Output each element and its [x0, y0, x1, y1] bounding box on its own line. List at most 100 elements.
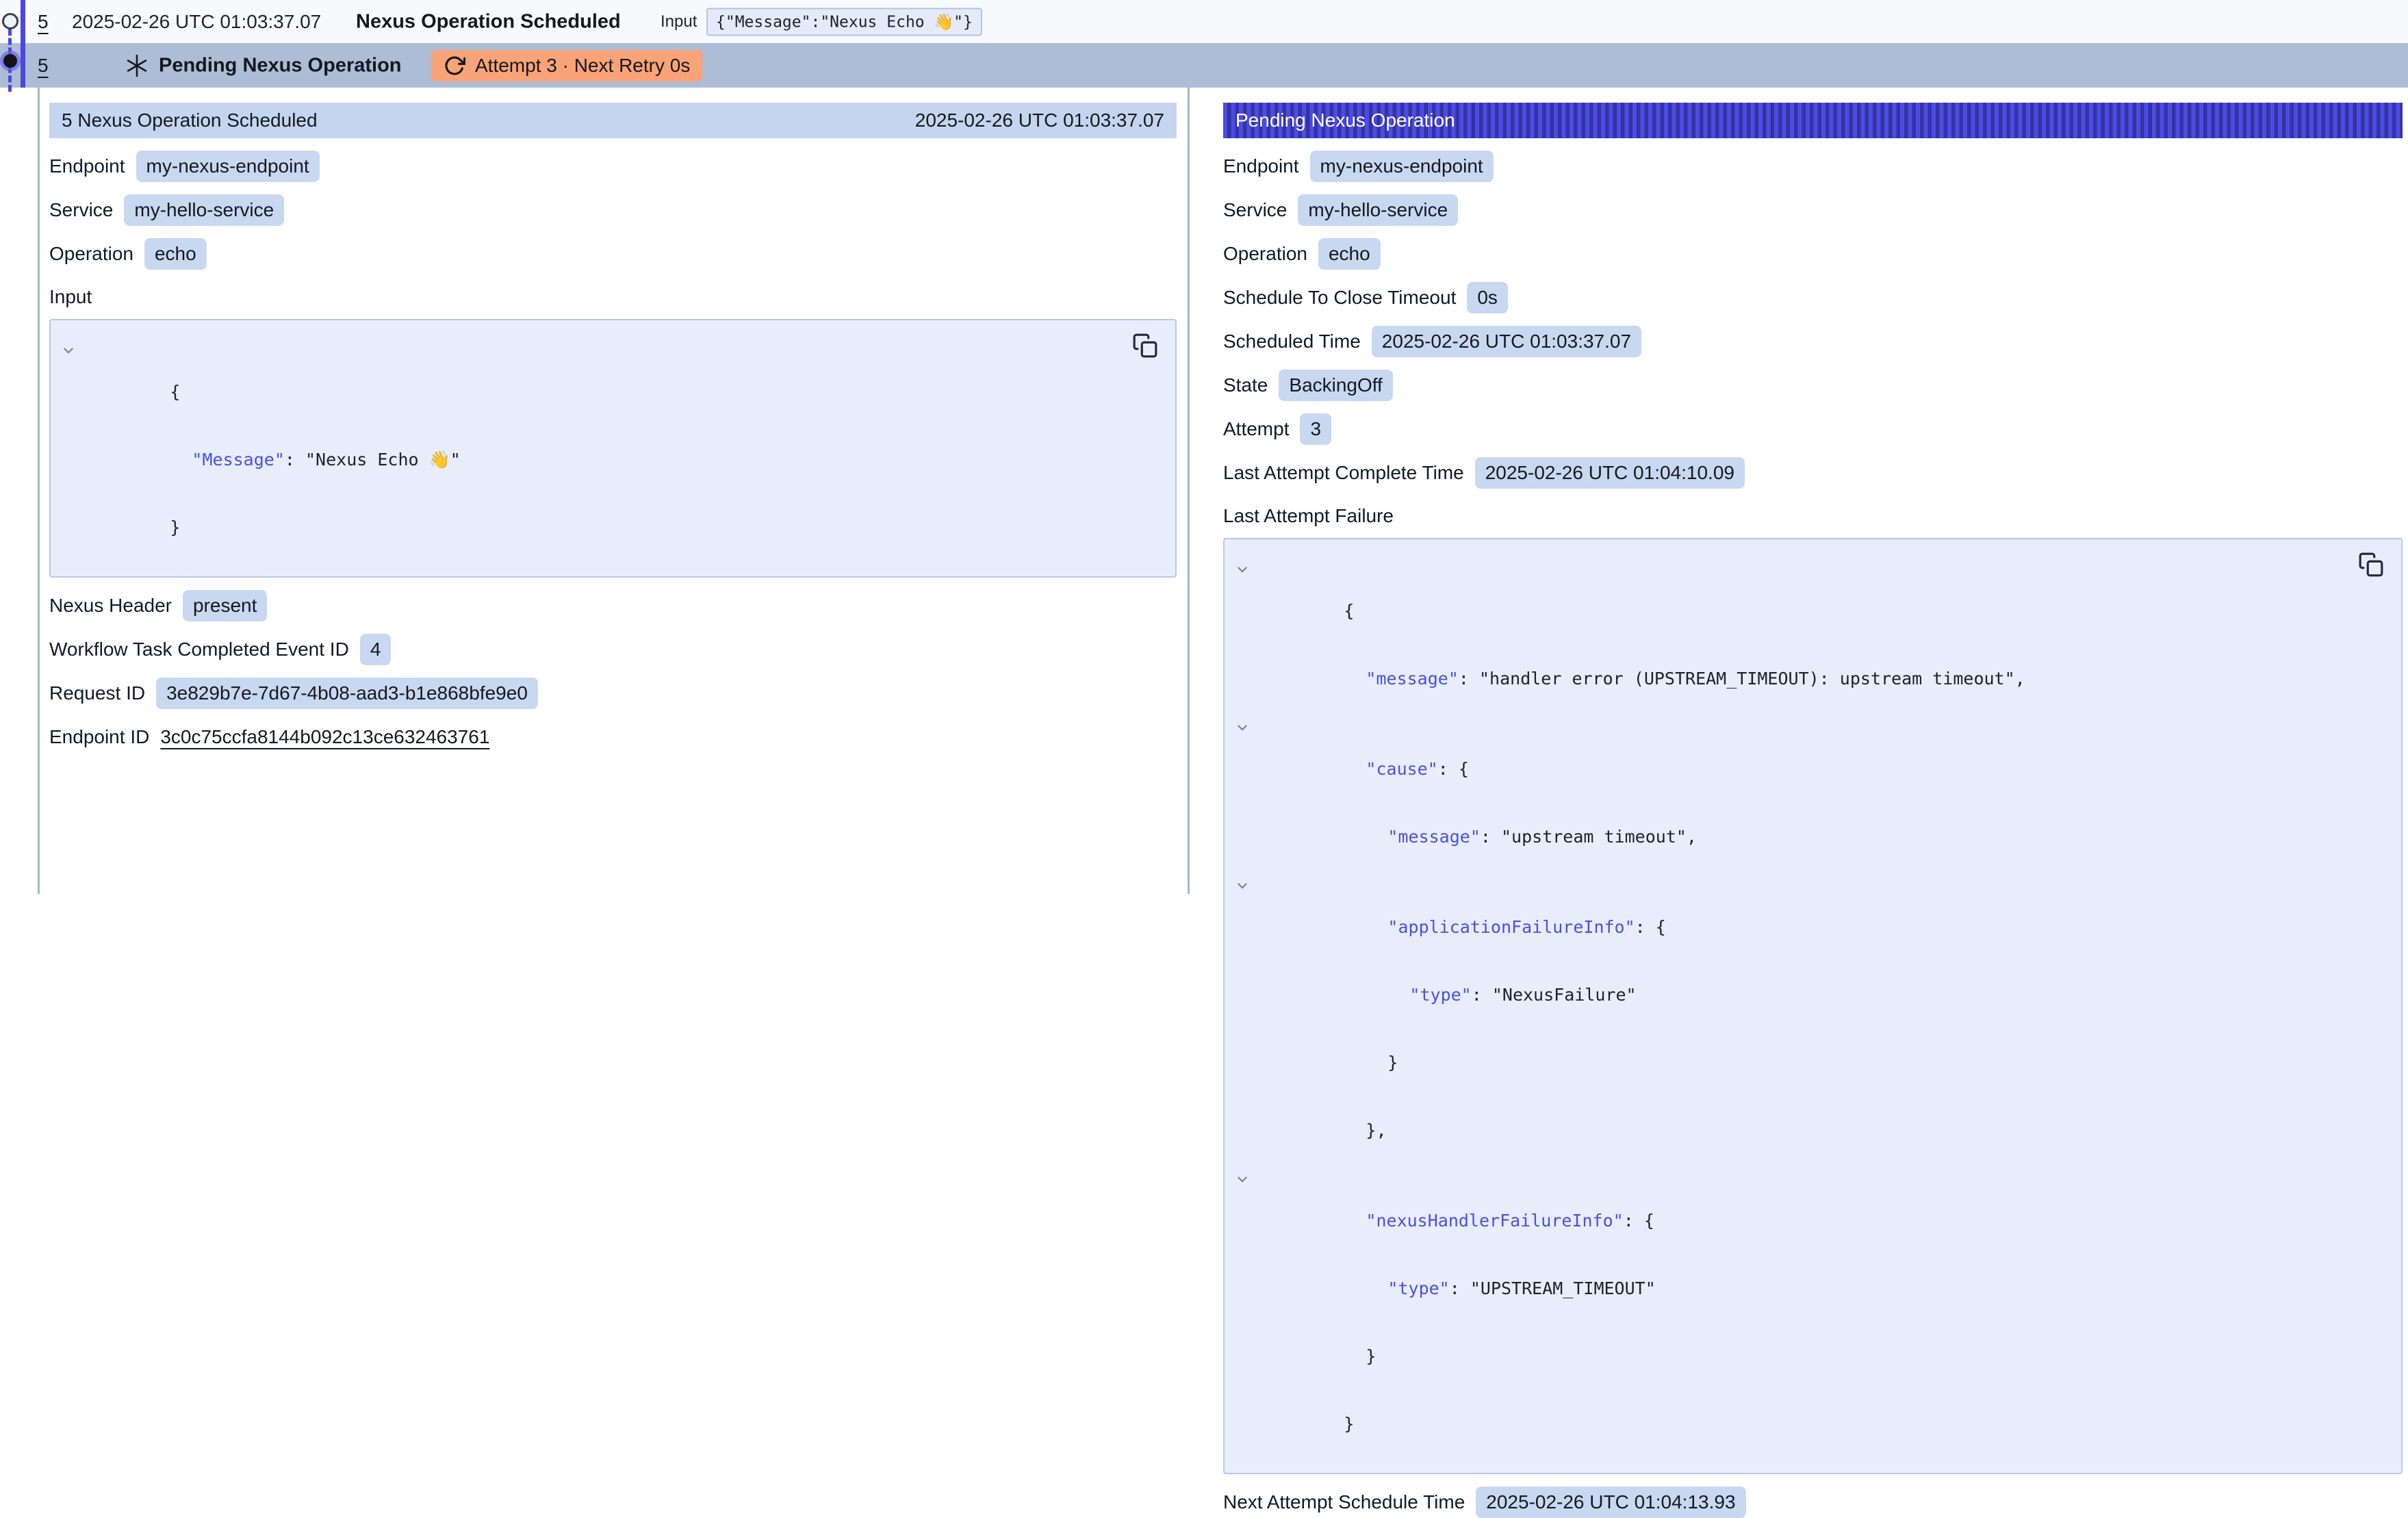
retry-badge-label: Attempt 3 · Next Retry 0s — [475, 55, 690, 77]
field-label: Nexus Header — [49, 595, 172, 617]
field-attempt: Attempt 3 — [1223, 413, 2403, 445]
field-label: Operation — [1223, 243, 1307, 265]
event-id-link[interactable]: 5 — [38, 55, 49, 77]
event-row-pending-nexus-operation[interactable]: 5 Pending Nexus Operation Attempt 3 · Ne… — [0, 43, 2408, 88]
event-timestamp: 2025-02-26 UTC 01:03:37.07 — [72, 11, 321, 33]
json-line: "type": "NexusFailure" — [1225, 961, 2346, 1029]
json-value: : "UPSTREAM_TIMEOUT" — [1450, 1278, 1656, 1298]
json-line: "cause": { — [1225, 712, 2346, 803]
field-service: Service my-hello-service — [49, 194, 1177, 226]
json-line: "message": "handler error (UPSTREAM_TIME… — [1225, 645, 2346, 712]
collapse-chevron-icon[interactable] — [1235, 717, 1249, 731]
input-json-block: { "Message": "Nexus Echo 👋" } — [49, 319, 1177, 578]
json-key: "type" — [1387, 1278, 1449, 1298]
json-value: : "handler error (UPSTREAM_TIMEOUT): ups… — [1459, 669, 2025, 689]
field-state: State BackingOff — [1223, 370, 2403, 401]
json-punctuation: }, — [1366, 1120, 1386, 1140]
json-punctuation: } — [1366, 1346, 1376, 1366]
json-key: "message" — [1387, 827, 1480, 847]
copy-icon — [1132, 333, 1158, 359]
field-value-chip: my-hello-service — [124, 194, 284, 226]
json-value: : "upstream timeout", — [1481, 827, 1697, 847]
endpoint-id-link[interactable]: 3c0c75ccfa8144b092c13ce632463761 — [160, 726, 489, 748]
event-input-label: Input — [661, 12, 697, 31]
failure-json-block: { "message": "handler error (UPSTREAM_TI… — [1223, 538, 2403, 1474]
scheduled-panel-time: 2025-02-26 UTC 01:03:37.07 — [915, 110, 1164, 131]
json-punctuation: { — [170, 382, 180, 402]
scheduled-details-column: 5 Nexus Operation Scheduled 2025-02-26 U… — [40, 88, 1190, 894]
json-line: { — [51, 335, 1120, 426]
collapse-chevron-icon[interactable] — [62, 340, 75, 354]
timeline-node-filled-dot-icon — [3, 54, 17, 68]
field-value-chip: my-nexus-endpoint — [1310, 151, 1494, 182]
field-label: Next Attempt Schedule Time — [1223, 1491, 1465, 1513]
json-line: "applicationFailureInfo": { — [1225, 871, 2346, 961]
json-punctuation: { — [1344, 601, 1354, 621]
field-value-chip: 3 — [1300, 413, 1331, 445]
field-value-chip: echo — [1318, 238, 1381, 270]
json-line: "nexusHandlerFailureInfo": { — [1225, 1164, 2346, 1255]
field-request-id: Request ID 3e829b7e-7d67-4b08-aad3-b1e86… — [49, 678, 1177, 709]
copy-icon — [2358, 552, 2384, 578]
field-label: Endpoint — [49, 155, 125, 177]
field-label: Service — [49, 199, 113, 221]
json-value: : "Nexus Echo 👋" — [285, 450, 461, 469]
collapse-chevron-icon[interactable] — [1235, 875, 1249, 889]
json-key: "Message" — [192, 450, 284, 469]
field-value-chip: echo — [144, 238, 207, 270]
json-line: } — [1225, 1029, 2346, 1096]
field-label: Endpoint ID — [49, 726, 149, 748]
field-nexus-header: Nexus Header present — [49, 590, 1177, 621]
field-label: Schedule To Close Timeout — [1223, 287, 1456, 309]
json-value: : "NexusFailure" — [1472, 985, 1637, 1005]
field-value-chip: my-nexus-endpoint — [136, 151, 320, 182]
json-line: } — [1225, 1322, 2346, 1390]
event-title: Pending Nexus Operation — [159, 54, 402, 77]
field-label: Scheduled Time — [1223, 331, 1361, 352]
field-label: Endpoint — [1223, 155, 1299, 177]
field-endpoint-id: Endpoint ID 3c0c75ccfa8144b092c13ce63246… — [49, 721, 1177, 753]
scheduled-panel-header: 5 Nexus Operation Scheduled 2025-02-26 U… — [49, 103, 1177, 138]
field-operation: Operation echo — [1223, 238, 2403, 270]
json-key: "applicationFailureInfo" — [1387, 917, 1635, 937]
event-input-preview-badge: {"Message":"Nexus Echo 👋"} — [706, 8, 982, 36]
field-label: Workflow Task Completed Event ID — [49, 639, 349, 660]
json-punctuation: } — [1387, 1053, 1398, 1072]
field-value-chip: 2025-02-26 UTC 01:04:10.09 — [1475, 457, 1745, 489]
field-value-chip: 2025-02-26 UTC 01:03:37.07 — [1372, 326, 1641, 357]
event-row-nexus-operation-scheduled[interactable]: 5 2025-02-26 UTC 01:03:37.07 Nexus Opera… — [0, 0, 2408, 43]
field-workflow-task-completed-event-id: Workflow Task Completed Event ID 4 — [49, 634, 1177, 665]
json-line: "Message": "Nexus Echo 👋" — [51, 426, 1120, 493]
field-value-chip: 3e829b7e-7d67-4b08-aad3-b1e868bfe9e0 — [156, 678, 538, 709]
copy-button[interactable] — [1131, 333, 1159, 360]
json-key: "cause" — [1366, 759, 1437, 779]
field-schedule-to-close-timeout: Schedule To Close Timeout 0s — [1223, 282, 2403, 313]
json-line: { — [1225, 554, 2346, 645]
field-endpoint: Endpoint my-nexus-endpoint — [1223, 151, 2403, 182]
input-section-label: Input — [49, 286, 1177, 308]
json-line: }, — [1225, 1096, 2346, 1164]
field-service: Service my-hello-service — [1223, 194, 2403, 226]
collapse-chevron-icon[interactable] — [1235, 1169, 1249, 1183]
pending-details-column: Pending Nexus Operation Endpoint my-nexu… — [1190, 88, 2408, 894]
json-key: "message" — [1366, 669, 1458, 689]
field-value-chip: BackingOff — [1279, 370, 1392, 401]
json-key: "type" — [1409, 985, 1471, 1005]
event-id-link[interactable]: 5 — [38, 11, 49, 33]
field-operation: Operation echo — [49, 238, 1177, 270]
field-value-chip: my-hello-service — [1298, 194, 1458, 226]
collapse-chevron-icon[interactable] — [1235, 559, 1249, 573]
json-value: : { — [1438, 759, 1469, 779]
field-value-chip: 4 — [360, 634, 392, 665]
field-label: Request ID — [49, 682, 145, 704]
json-key: "nexusHandlerFailureInfo" — [1366, 1211, 1623, 1231]
retry-status-badge: Attempt 3 · Next Retry 0s — [431, 50, 702, 81]
pending-panel-header: Pending Nexus Operation — [1223, 103, 2403, 138]
copy-button[interactable] — [2357, 552, 2385, 579]
field-label: Operation — [49, 243, 133, 265]
field-last-attempt-complete-time: Last Attempt Complete Time 2025-02-26 UT… — [1223, 457, 2403, 489]
json-punctuation: } — [170, 517, 180, 537]
field-value-chip: 2025-02-26 UTC 01:04:13.93 — [1476, 1487, 1745, 1518]
json-line: } — [51, 493, 1120, 561]
scheduled-panel-title: 5 Nexus Operation Scheduled — [62, 110, 318, 131]
